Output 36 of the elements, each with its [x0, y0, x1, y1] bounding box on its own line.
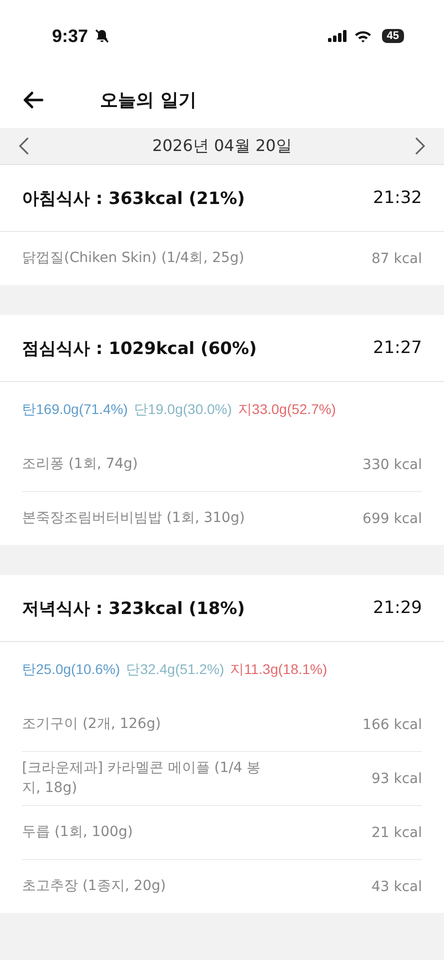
macro-text: 지11.3g(18.1%) [230, 661, 328, 679]
food-name: [크라운제과] 카라멜콘 메이플 (1/4 봉지, 18g) [22, 758, 262, 798]
food-name: 초고추장 (1종지, 20g) [22, 876, 166, 896]
date-label: 2026년 04월 20일 [152, 136, 292, 156]
meal-time: 21:27 [373, 338, 422, 358]
meal-title: 아침식사 : 363kcal (21%) [22, 188, 245, 210]
food-kcal: 166 kcal [362, 716, 422, 732]
wifi-icon [354, 30, 372, 42]
food-name: 닭껍질(Chiken Skin) (1/4회, 25g) [22, 248, 244, 268]
page-title: 오늘의 일기 [100, 89, 196, 112]
macro-text: 탄25.0g(10.6%) [22, 661, 120, 679]
food-kcal: 93 kcal [371, 770, 422, 786]
food-kcal: 330 kcal [362, 456, 422, 472]
bell-muted-icon [94, 28, 110, 44]
next-day-icon[interactable] [414, 136, 426, 156]
food-kcal: 21 kcal [371, 824, 422, 840]
meal-time: 21:32 [373, 188, 422, 208]
macro-text: 탄169.0g(71.4%) [22, 401, 128, 419]
signal-icon [328, 30, 348, 42]
macro-text: 단32.4g(51.2%) [126, 661, 224, 679]
meal-title: 점심식사 : 1029kcal (60%) [22, 338, 257, 360]
food-name: 조리퐁 (1회, 74g) [22, 454, 138, 474]
food-name: 본죽장조림버터비빔밥 (1회, 310g) [22, 508, 245, 528]
macro-text: 지33.0g(52.7%) [238, 401, 336, 419]
food-kcal: 699 kcal [362, 510, 422, 526]
status-time: 9:37 [52, 26, 88, 46]
food-name: 조기구이 (2개, 126g) [22, 714, 161, 734]
meal-time: 21:29 [373, 598, 422, 618]
food-kcal: 43 kcal [371, 878, 422, 894]
food-name: 두릅 (1회, 100g) [22, 822, 133, 842]
meal-title: 저녁식사 : 323kcal (18%) [22, 598, 245, 620]
food-kcal: 87 kcal [371, 250, 422, 266]
previous-day-icon[interactable] [18, 136, 30, 156]
macro-text: 단19.0g(30.0%) [134, 401, 232, 419]
back-arrow-icon[interactable] [22, 91, 44, 109]
battery-indicator: 45 [382, 29, 404, 43]
